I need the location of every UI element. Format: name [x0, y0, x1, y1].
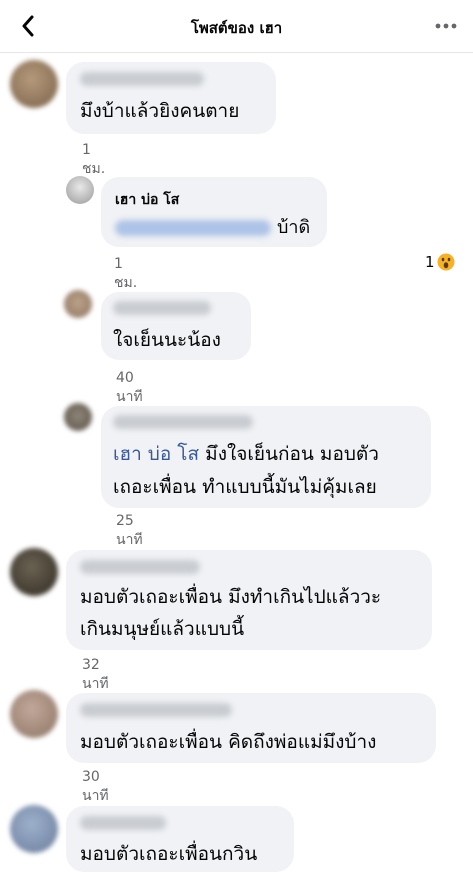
comment-bubble[interactable]: เฮา บ่อ โส บ้าดิ	[101, 177, 327, 247]
comment-author-redacted[interactable]	[80, 816, 166, 830]
comment-bubble[interactable]: มอบตัวเถอะเพื่อน มึงทำเกินไปแล้ววะ เกินม…	[66, 550, 432, 650]
comment-text-line: เถอะเพื่อน ทำแบบนี้มันไม่คุ้มเลย	[113, 476, 377, 498]
comment-time[interactable]: 40 นาที	[116, 370, 143, 408]
comment-bubble[interactable]: ใจเย็นนะน้อง	[101, 292, 251, 360]
tagged-user-link[interactable]: เฮา บ่อ โส	[113, 443, 199, 465]
comment-text-line: มอบตัวเถอะเพื่อน มึงทำเกินไปแล้ววะ	[80, 586, 382, 608]
comment-author-redacted[interactable]	[80, 703, 232, 717]
comment-time[interactable]: 30 นาที	[82, 769, 109, 807]
redacted-mention[interactable]	[115, 220, 271, 236]
comment-bubble[interactable]: เฮา บ่อ โส มึงใจเย็นก่อน มอบตัว เถอะเพื่…	[101, 406, 431, 508]
comment-bubble[interactable]: มึงบ้าแล้วยิงคนตาย	[66, 62, 276, 134]
comment-text: มึงบ้าแล้วยิงคนตาย	[80, 100, 240, 122]
reaction-summary[interactable]: 1	[425, 253, 455, 271]
avatar[interactable]	[10, 60, 58, 108]
page-title: โพสต์ของ เฮา	[190, 19, 283, 37]
comment-text-line: เกินมนุษย์แล้วแบบนี้	[80, 618, 245, 640]
avatar[interactable]	[64, 403, 92, 431]
more-horizontal-icon	[435, 23, 457, 29]
comment-author[interactable]: เฮา บ่อ โส	[115, 189, 179, 211]
comment-text: มอบตัวเถอะเพื่อนกวิน	[80, 843, 258, 865]
comment-author-redacted[interactable]	[80, 560, 200, 574]
comment-time[interactable]: 25 นาที	[116, 513, 143, 551]
avatar[interactable]	[10, 690, 58, 738]
comment-text: มอบตัวเถอะเพื่อน คิดถึงพ่อแม่มึงบ้าง	[80, 731, 377, 753]
avatar[interactable]	[10, 548, 58, 596]
comment-bubble[interactable]: มอบตัวเถอะเพื่อน คิดถึงพ่อแม่มึงบ้าง	[66, 693, 436, 763]
wow-reaction-icon	[437, 253, 455, 271]
avatar[interactable]	[10, 805, 58, 853]
avatar[interactable]	[64, 290, 92, 318]
comment-bubble[interactable]: มอบตัวเถอะเพื่อนกวิน	[66, 806, 294, 872]
more-options-button[interactable]	[433, 14, 459, 38]
comment-text: บ้าดิ	[115, 213, 310, 243]
comment-time[interactable]: 32 นาที	[82, 657, 109, 695]
comment-time[interactable]: 1 ชม.	[82, 142, 105, 180]
avatar[interactable]	[66, 176, 94, 204]
comment-text-line: มึงใจเย็นก่อน มอบตัว	[199, 443, 379, 465]
comment-author-redacted[interactable]	[113, 415, 253, 429]
top-bar: โพสต์ของ เฮา	[0, 0, 473, 53]
reaction-count: 1	[425, 253, 435, 271]
comment-text: ใจเย็นนะน้อง	[113, 329, 221, 351]
comment-text-content: บ้าดิ	[277, 217, 311, 238]
comment-author-redacted[interactable]	[80, 72, 204, 86]
comment-author-redacted[interactable]	[113, 301, 211, 315]
comment-time[interactable]: 1 ชม.	[114, 256, 137, 294]
comment-text: เฮา บ่อ โส มึงใจเย็นก่อน มอบตัว	[113, 439, 379, 469]
